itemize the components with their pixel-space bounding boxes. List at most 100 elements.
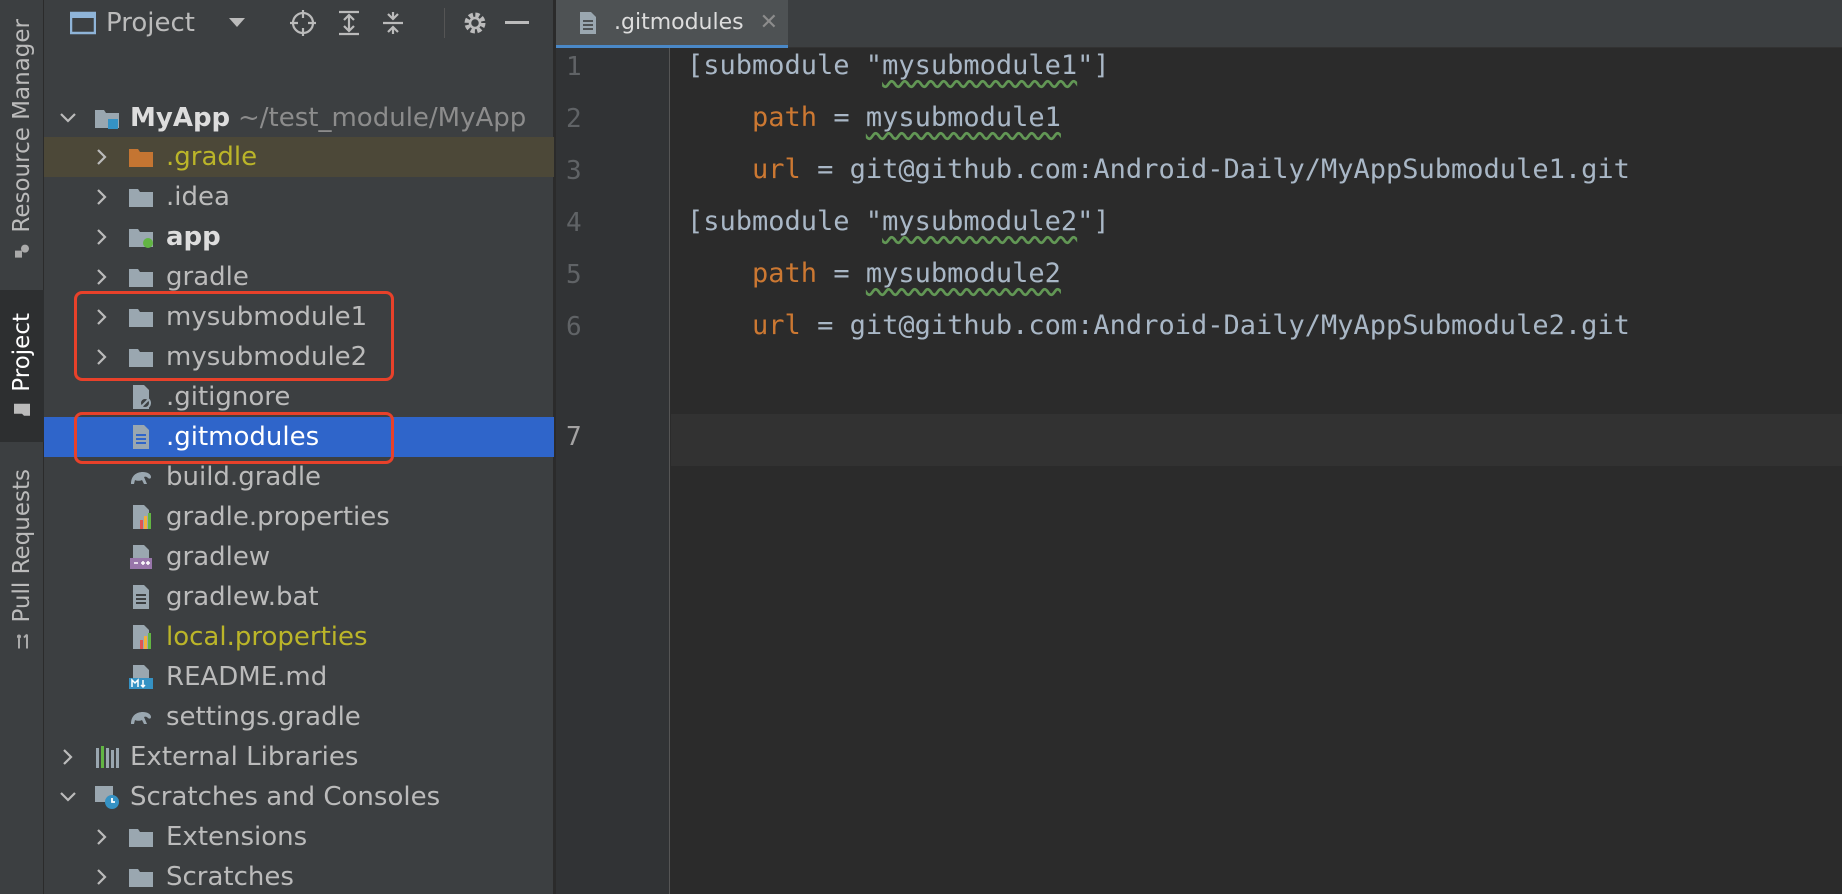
folder-icon — [129, 869, 153, 887]
folder-icon — [129, 829, 153, 847]
code-line-5: path = mysubmodule2 — [687, 258, 1061, 289]
line-number: 4 — [566, 208, 582, 238]
section-close: "] — [1077, 50, 1110, 81]
hide-panel-button[interactable] — [502, 8, 532, 38]
config-key: url — [752, 154, 801, 185]
collapse-all-button[interactable] — [378, 8, 408, 38]
line-number: 6 — [566, 312, 582, 342]
tree-item-readme[interactable]: README.md — [44, 657, 554, 697]
tree-item-extensions[interactable]: Extensions — [44, 817, 554, 857]
tree-item-app[interactable]: app — [44, 217, 554, 257]
chevron-right-icon[interactable] — [92, 147, 112, 167]
tree-item-gradle-properties[interactable]: gradle.properties — [44, 497, 554, 537]
chevron-right-icon[interactable] — [92, 187, 112, 207]
editor-pane: .gitmodules ✕ 1 2 3 4 5 6 7 [submodule "… — [556, 0, 1842, 894]
section-open: [submodule " — [687, 50, 883, 81]
tree-item-scratches[interactable]: Scratches — [44, 857, 554, 894]
tree-root-path: ~/test_module/MyApp — [238, 103, 527, 133]
tree-item-label: gradlew.bat — [166, 582, 319, 612]
code-line-3: url = git@github.com:Android-Daily/MyApp… — [687, 154, 1630, 185]
tree-item-label: app — [166, 222, 221, 252]
chevron-right-icon[interactable] — [92, 827, 112, 847]
settings-button[interactable] — [460, 8, 490, 38]
header-divider — [444, 8, 445, 38]
tree-item-local-properties[interactable]: local.properties — [44, 617, 554, 657]
panel-title: Project — [106, 8, 195, 38]
chevron-right-icon[interactable] — [92, 227, 112, 247]
tree-item-label: External Libraries — [130, 742, 359, 772]
tree-item-gradlew-bat[interactable]: gradlew.bat — [44, 577, 554, 617]
folder-icon — [129, 189, 153, 207]
editor-tab-gitmodules[interactable]: .gitmodules ✕ — [556, 0, 788, 48]
tree-root-name: MyApp — [130, 103, 231, 133]
config-key: path — [752, 258, 818, 289]
chevron-down-icon[interactable] — [58, 108, 78, 128]
close-icon[interactable]: ✕ — [760, 10, 778, 35]
chevron-right-icon[interactable] — [58, 747, 78, 767]
tree-item-label: gradle.properties — [166, 502, 390, 532]
tree-item-scratches-and-consoles[interactable]: Scratches and Consoles — [44, 777, 554, 817]
project-panel: Project MyApp ~/test_module/MyApp .gradl… — [44, 0, 554, 894]
collapse-all-icon — [383, 12, 403, 34]
chevron-right-icon[interactable] — [92, 867, 112, 887]
code-editor[interactable]: [submodule "mysubmodule1"] path = mysubm… — [671, 48, 1842, 894]
tree-item-label: Scratches and Consoles — [130, 782, 441, 812]
tab-project[interactable]: Project — [0, 290, 44, 442]
tree-item-settings-gradle[interactable]: settings.gradle — [44, 697, 554, 737]
chevron-right-icon[interactable] — [92, 267, 112, 287]
tab-pull-requests[interactable]: Pull Requests — [0, 460, 44, 660]
resource-manager-icon — [15, 244, 29, 258]
chevron-down-icon[interactable] — [58, 787, 78, 807]
tree-item-label: gradlew — [166, 542, 271, 572]
tree-item-label: .gradle — [166, 142, 258, 172]
text-file-icon — [580, 11, 596, 34]
config-key: url — [752, 310, 801, 341]
highlight-submodule-folders — [74, 291, 394, 381]
tab-resource-manager[interactable]: Resource Manager — [0, 10, 44, 270]
code-line-6: url = git@github.com:Android-Daily/MyApp… — [687, 310, 1630, 341]
line-number: 1 — [566, 52, 582, 82]
tree-item-external-libraries[interactable]: External Libraries — [44, 737, 554, 777]
section-close: "] — [1077, 206, 1110, 237]
tree-item-gitignore[interactable]: .gitignore — [44, 377, 554, 417]
highlight-gitmodules-file — [74, 412, 394, 464]
config-eq: = — [817, 258, 866, 289]
config-eq: = — [817, 102, 866, 133]
config-value: mysubmodule2 — [865, 258, 1061, 289]
line-number: 2 — [566, 104, 582, 134]
tab-resource-manager-label: Resource Manager — [9, 19, 35, 233]
crosshair-icon — [290, 10, 316, 36]
config-key: path — [752, 102, 818, 133]
line-number: 3 — [566, 156, 582, 186]
code-line-4: [submodule "mysubmodule2"] — [687, 206, 1110, 237]
tree-root-myapp[interactable]: MyApp ~/test_module/MyApp — [44, 98, 554, 138]
gradle-elephant-icon — [131, 472, 151, 484]
library-icon — [96, 746, 119, 768]
tree-item-idea[interactable]: .idea — [44, 177, 554, 217]
expand-all-button[interactable] — [334, 8, 364, 38]
tree-item-label: Scratches — [166, 862, 294, 892]
android-module-icon — [129, 229, 153, 248]
config-value: git@github.com:Android-Daily/MyAppSubmod… — [849, 310, 1630, 341]
chevron-down-icon[interactable] — [228, 17, 246, 29]
locate-file-button[interactable] — [288, 8, 318, 38]
submodule-name: mysubmodule2 — [882, 206, 1078, 237]
tree-item-gradle-dir[interactable]: .gradle — [44, 137, 554, 177]
folder-icon — [14, 403, 30, 416]
line-number: 5 — [566, 260, 582, 290]
current-line-highlight — [671, 414, 1842, 466]
script-file-icon — [130, 545, 152, 569]
line-number-current: 7 — [566, 422, 582, 452]
tree-item-gradlew[interactable]: gradlew — [44, 537, 554, 577]
code-line-1: [submodule "mysubmodule1"] — [687, 50, 1110, 81]
tree-item-label: gradle — [166, 262, 249, 292]
scratches-icon — [95, 786, 119, 809]
tool-window-strip: Resource Manager Project Pull Requests — [0, 0, 44, 894]
gear-icon — [464, 12, 486, 34]
editor-tab-label: .gitmodules — [614, 10, 744, 35]
config-value: git@github.com:Android-Daily/MyAppSubmod… — [849, 154, 1630, 185]
tree-item-label: settings.gradle — [166, 702, 361, 732]
tree-item-label: build.gradle — [166, 462, 322, 492]
properties-file-icon — [133, 505, 151, 529]
config-eq: = — [800, 310, 850, 341]
